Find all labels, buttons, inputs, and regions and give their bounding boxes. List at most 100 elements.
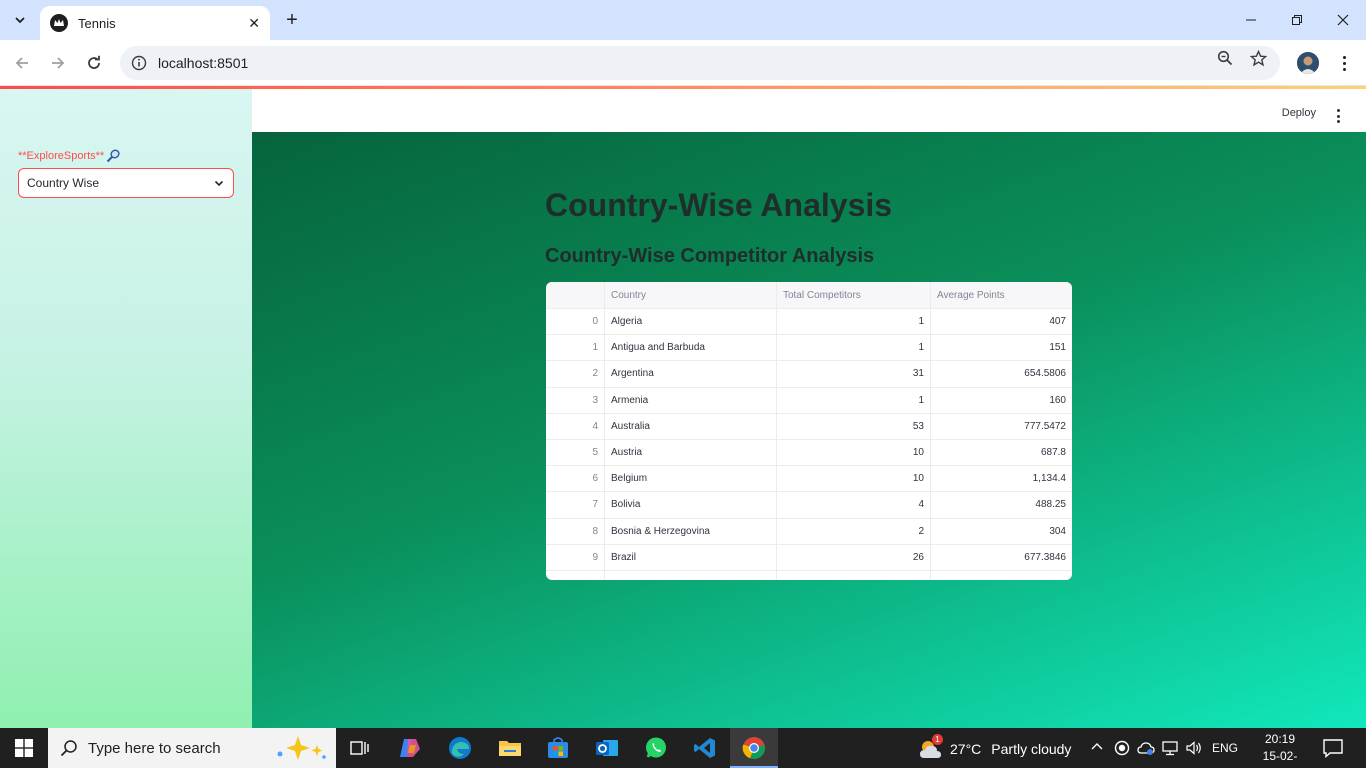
cell-total-competitors: 31 (777, 361, 931, 387)
table-row[interactable]: 7 Bolivia 4 488.25 (546, 492, 1072, 519)
restore-button[interactable] (1282, 8, 1312, 32)
language-indicator[interactable]: ENG (1212, 741, 1238, 755)
cell-average-points: 151 (1049, 342, 1066, 354)
table-row[interactable]: 2 Argentina 31 654.5806 (546, 361, 1072, 388)
cell-average-points: 407 (1049, 316, 1066, 328)
back-button[interactable] (10, 51, 34, 75)
header-index (546, 282, 605, 308)
windows-taskbar: Type here to search 1 27°C Partly cloudy (0, 728, 1366, 768)
section-subtitle: Country-Wise Competitor Analysis (545, 245, 875, 267)
table-body: 0 Algeria 1 407 1 Antigua and Barbuda 1 … (546, 309, 1072, 580)
network-icon[interactable] (1161, 740, 1179, 759)
cell-total-competitors: 1 (777, 335, 931, 361)
record-icon[interactable] (1114, 740, 1130, 759)
edge-icon[interactable] (446, 734, 474, 762)
tab-search-button[interactable] (8, 8, 32, 32)
table-row[interactable]: 4 Australia 53 777.5472 (546, 413, 1072, 440)
taskbar-clock[interactable]: 20:19 15-02-2025 (1250, 731, 1310, 768)
sport-selectbox[interactable]: Country Wise (18, 168, 234, 198)
cell-total-competitors: 10 (777, 439, 931, 466)
competitor-dataframe[interactable]: Country Total Competitors Average Points… (546, 282, 1072, 580)
url-text[interactable]: localhost:8501 (158, 55, 248, 71)
sparkle-icon (277, 736, 326, 760)
search-icon (60, 740, 77, 757)
outlook-icon[interactable] (593, 734, 621, 762)
row-index (546, 570, 605, 580)
close-tab-icon[interactable]: ✕ (248, 15, 260, 32)
partly-cloudy-icon: 1 (918, 734, 944, 760)
taskbar-search-box[interactable]: Type here to search (48, 728, 336, 768)
cell-total-competitors: 1 (777, 309, 931, 335)
header-country[interactable]: Country (605, 282, 777, 308)
onedrive-icon[interactable] (1137, 740, 1155, 759)
deploy-button[interactable]: Deploy (1282, 107, 1316, 119)
chrome-taskbar-button[interactable] (730, 728, 778, 768)
address-bar[interactable]: localhost:8501 (120, 46, 1280, 80)
cell-country: Belgium (605, 466, 777, 492)
table-row[interactable]: 5 Austria 10 687.8 (546, 439, 1072, 467)
profile-avatar[interactable] (1297, 52, 1319, 74)
cell-country: Australia (605, 413, 777, 439)
minimize-icon (1246, 19, 1256, 21)
file-explorer-icon[interactable] (496, 734, 524, 762)
header-average-points[interactable]: Average Points (931, 282, 1072, 308)
table-row[interactable]: 3 Armenia 1 160 (546, 387, 1072, 414)
clock-time: 20:19 (1264, 732, 1296, 746)
menu-dot (1342, 61, 1346, 65)
header-total-competitors[interactable]: Total Competitors (777, 282, 931, 308)
browser-menu-button[interactable] (1334, 52, 1354, 74)
minimize-button[interactable] (1236, 8, 1266, 32)
browser-tab[interactable]: Tennis ✕ (40, 6, 270, 40)
chevron-down-icon (15, 17, 25, 24)
reload-button[interactable] (82, 51, 106, 75)
table-row[interactable]: 9 Brazil 26 677.3846 (546, 544, 1072, 571)
cell-total-competitors: 2 (777, 518, 931, 544)
forward-button[interactable] (46, 51, 70, 75)
start-button[interactable] (0, 728, 48, 768)
table-row[interactable]: 6 Belgium 10 1,134.4 (546, 466, 1072, 493)
close-window-button[interactable] (1328, 8, 1358, 32)
cell-country: Argentina (605, 361, 777, 387)
page-title: Country-Wise Analysis (545, 187, 893, 223)
site-info-icon[interactable] (122, 55, 156, 71)
table-row[interactable]: 8 Bosnia & Herzegovina 2 304 (546, 518, 1072, 545)
app-header: Deploy (252, 89, 1366, 132)
whatsapp-icon[interactable] (642, 734, 670, 762)
sidebar-select-label: **ExploreSports** (18, 149, 120, 163)
bookmark-star-icon[interactable] (1248, 48, 1268, 68)
cell-country: Armenia (605, 387, 777, 413)
chevron-up-icon[interactable] (1090, 740, 1104, 757)
cell-total-competitors: 53 (777, 413, 931, 439)
browser-tab-bar: Tennis ✕ + (0, 0, 1366, 40)
weather-widget[interactable]: 1 27°C Partly cloudy (918, 734, 1071, 760)
cell-average-points: 304 (1049, 525, 1066, 537)
row-index: 5 (546, 439, 605, 466)
new-tab-button[interactable]: + (280, 8, 304, 32)
cell-total-competitors: 10 (777, 466, 931, 492)
cell-total-competitors (777, 570, 931, 580)
cell-average-points: 1,134.4 (1032, 473, 1066, 485)
cell-country: Bolivia (605, 492, 777, 518)
row-index: 6 (546, 466, 605, 492)
zoom-icon[interactable] (1215, 48, 1235, 68)
reload-icon (88, 55, 100, 69)
cell-country: Brazil (605, 544, 777, 570)
row-index: 4 (546, 413, 605, 439)
row-index: 0 (546, 309, 605, 335)
copilot-icon[interactable] (396, 734, 424, 762)
cell-total-competitors: 1 (777, 387, 931, 413)
table-row[interactable]: 0 Algeria 1 407 (546, 309, 1072, 336)
row-index: 3 (546, 387, 605, 413)
tennis-racket-icon (107, 149, 120, 163)
cell-average-points (931, 571, 1072, 580)
table-row[interactable]: 1 Antigua and Barbuda 1 151 (546, 335, 1072, 362)
notification-center-icon[interactable] (1322, 738, 1344, 759)
microsoft-store-icon[interactable] (544, 734, 572, 762)
weather-alert-badge: 1 (932, 734, 943, 745)
vscode-icon[interactable] (691, 734, 719, 762)
menu-dot (1336, 120, 1340, 123)
main-menu-button[interactable] (1336, 109, 1340, 123)
volume-icon[interactable] (1185, 740, 1203, 759)
cell-country: Antigua and Barbuda (605, 335, 777, 361)
task-view-icon[interactable] (346, 734, 374, 762)
